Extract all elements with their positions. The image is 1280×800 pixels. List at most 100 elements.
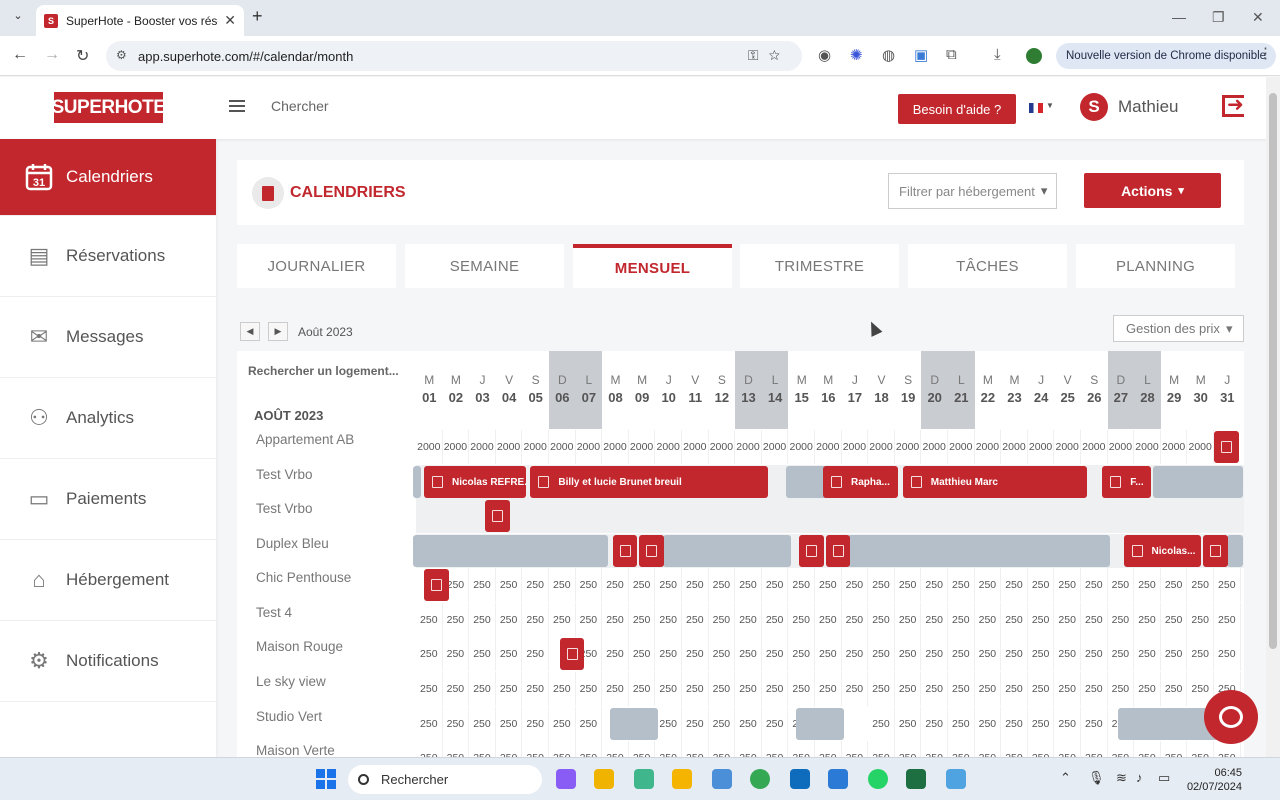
price-cell[interactable]: 250 [735, 637, 762, 671]
price-cell[interactable]: 250 [655, 672, 682, 706]
actions-button[interactable]: Actions [1084, 173, 1221, 208]
price-cell[interactable]: 250 [868, 672, 895, 706]
hamburger-menu-icon[interactable] [229, 100, 245, 112]
price-cell[interactable]: 250 [1001, 637, 1028, 671]
price-cell[interactable]: 2000 [788, 430, 815, 464]
price-cell[interactable]: 2000 [1081, 430, 1108, 464]
reservation-bar[interactable] [799, 535, 824, 567]
price-cell[interactable]: 250 [1108, 672, 1135, 706]
price-cell[interactable]: 250 [1081, 637, 1108, 671]
price-cell[interactable]: 250 [975, 707, 1002, 741]
price-cell[interactable]: 250 [602, 568, 629, 602]
extension-icon[interactable]: ◉ [818, 46, 831, 64]
price-cell[interactable]: 250 [655, 637, 682, 671]
price-cell[interactable]: 250 [522, 603, 549, 637]
price-cell[interactable]: 2000 [682, 430, 709, 464]
price-cell[interactable]: 2000 [709, 430, 736, 464]
price-cell[interactable]: 250 [496, 568, 523, 602]
price-cell[interactable]: 250 [762, 603, 789, 637]
sidebar-item-hebergement[interactable]: ⌂ Hébergement [0, 540, 216, 621]
price-cell[interactable]: 2000 [948, 430, 975, 464]
price-cell[interactable]: 250 [788, 672, 815, 706]
price-cell[interactable]: 250 [576, 707, 603, 741]
excel-icon[interactable] [906, 769, 926, 789]
taskbar-search[interactable]: Rechercher [348, 765, 542, 794]
price-cell[interactable]: 250 [1028, 603, 1055, 637]
download-icon[interactable]: ⤓ [994, 46, 1001, 63]
price-cell[interactable]: 250 [868, 603, 895, 637]
price-cell[interactable]: 2000 [1001, 430, 1028, 464]
price-cell[interactable]: 250 [576, 568, 603, 602]
price-cell[interactable]: 2000 [655, 430, 682, 464]
price-cell[interactable]: 250 [629, 672, 656, 706]
price-cell[interactable]: 250 [655, 603, 682, 637]
price-cell[interactable]: 2000 [1134, 430, 1161, 464]
price-cell[interactable]: 250 [443, 672, 470, 706]
price-cell[interactable]: 250 [522, 568, 549, 602]
reservation-bar[interactable]: F... [1102, 466, 1151, 498]
price-cell[interactable]: 250 [1054, 568, 1081, 602]
price-cell[interactable]: 250 [1134, 637, 1161, 671]
explorer-icon[interactable] [594, 769, 614, 789]
price-cell[interactable]: 250 [576, 603, 603, 637]
price-cell[interactable]: 250 [1054, 603, 1081, 637]
price-cell[interactable]: 250 [1054, 707, 1081, 741]
battery-icon[interactable]: ▭ [1158, 770, 1170, 786]
price-cell[interactable]: 250 [1081, 603, 1108, 637]
blocked-period[interactable] [1227, 535, 1244, 567]
price-cell[interactable]: 2000 [629, 430, 656, 464]
price-cell[interactable]: 250 [1187, 637, 1214, 671]
extension-icon[interactable]: ✺ [850, 46, 863, 64]
price-cell[interactable]: 250 [948, 637, 975, 671]
price-cell[interactable]: 250 [975, 672, 1002, 706]
sidebar-item-messages[interactable]: ✉ Messages [0, 297, 216, 378]
tab-trimestre[interactable]: TRIMESTRE [740, 244, 899, 288]
reservation-bar[interactable]: Nicolas... [1123, 535, 1202, 567]
price-cell[interactable]: 2000 [1161, 430, 1188, 464]
price-cell[interactable]: 250 [1214, 568, 1241, 602]
price-cell[interactable]: 250 [921, 603, 948, 637]
price-cell[interactable]: 250 [1214, 637, 1241, 671]
page-scrollbar[interactable] [1266, 77, 1280, 757]
blocked-period[interactable] [610, 708, 659, 740]
chat-widget-button[interactable] [1204, 690, 1258, 744]
price-cell[interactable]: 250 [762, 637, 789, 671]
price-cell[interactable]: 2000 [522, 430, 549, 464]
price-cell[interactable]: 250 [1134, 672, 1161, 706]
price-cell[interactable]: 250 [1161, 603, 1188, 637]
property-name[interactable]: Le sky view [256, 674, 326, 689]
extension-icon[interactable]: ◍ [882, 46, 895, 64]
price-cell[interactable]: 2000 [842, 430, 869, 464]
price-cell[interactable]: 250 [1134, 568, 1161, 602]
puzzle-icon[interactable]: ⧉ [946, 46, 957, 63]
price-cell[interactable]: 250 [709, 707, 736, 741]
restore-icon[interactable]: ❐ [1212, 9, 1225, 26]
price-cell[interactable]: 250 [709, 603, 736, 637]
tab-planning[interactable]: PLANNING [1076, 244, 1235, 288]
sidebar-item-analytics[interactable]: ⚇ Analytics [0, 378, 216, 459]
price-cell[interactable]: 250 [762, 707, 789, 741]
price-cell[interactable]: 250 [655, 568, 682, 602]
price-cell[interactable]: 250 [1161, 672, 1188, 706]
price-cell[interactable]: 250 [549, 603, 576, 637]
menu-dots-icon[interactable]: ⋮ [1258, 44, 1273, 62]
price-cell[interactable]: 250 [1081, 707, 1108, 741]
price-cell[interactable]: 250 [629, 637, 656, 671]
price-cell[interactable]: 250 [1028, 637, 1055, 671]
price-cell[interactable]: 250 [416, 707, 443, 741]
tab-search-chevron-icon[interactable]: ⌄ [8, 9, 28, 27]
price-cell[interactable]: 250 [469, 568, 496, 602]
price-cell[interactable]: 250 [1081, 672, 1108, 706]
new-tab-icon[interactable]: + [252, 6, 263, 27]
app-icon[interactable] [712, 769, 732, 789]
blocked-period[interactable] [796, 708, 845, 740]
property-name[interactable]: Maison Verte [256, 743, 335, 758]
price-cell[interactable]: 2000 [735, 430, 762, 464]
price-cell[interactable]: 2000 [496, 430, 523, 464]
price-cell[interactable]: 250 [496, 707, 523, 741]
sidebar-item-reservations[interactable]: ▤ Réservations [0, 216, 216, 297]
app-icon[interactable] [946, 769, 966, 789]
price-cell[interactable]: 250 [1108, 568, 1135, 602]
price-cell[interactable]: 250 [895, 637, 922, 671]
price-cell[interactable]: 250 [815, 603, 842, 637]
